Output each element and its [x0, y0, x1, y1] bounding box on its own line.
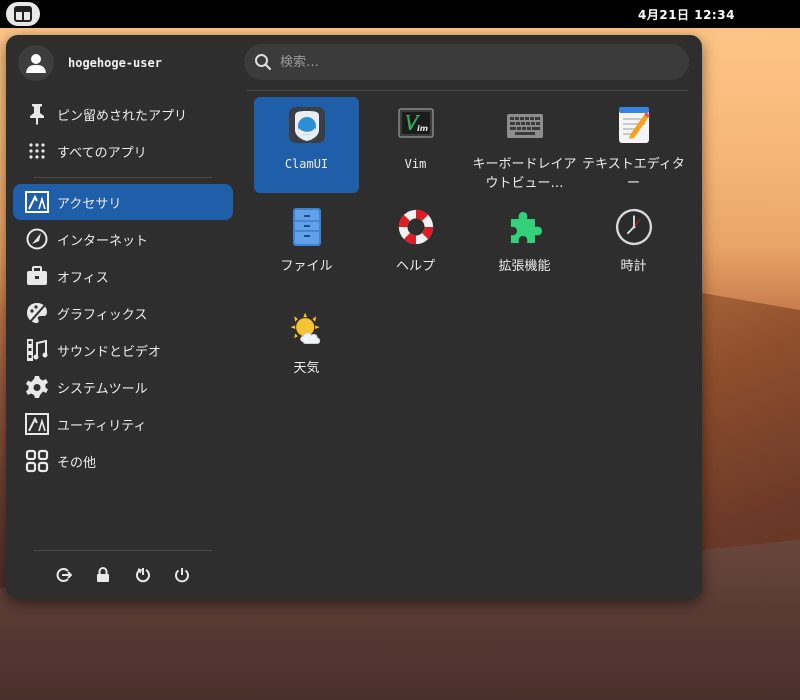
sidebar-item-label: アクセサリ	[57, 196, 122, 212]
user-info[interactable]: hogehoge-user	[18, 45, 162, 81]
sidebar-item-label: すべてのアプリ	[57, 145, 147, 161]
app-label: 時計	[620, 259, 647, 274]
restart-icon	[136, 568, 150, 583]
app-vim[interactable]: im Vim	[363, 97, 468, 193]
activities-button[interactable]	[6, 2, 40, 26]
app-label: テキストエディター	[582, 157, 685, 191]
app-label: Vim	[404, 157, 427, 171]
sidebar-item-pinned[interactable]: ピン留めされたアプリ	[13, 96, 233, 132]
gear-icon	[25, 375, 49, 399]
other-icon	[25, 449, 49, 473]
sidebar-item-internet[interactable]: インターネット	[13, 221, 233, 257]
app-keyboard-layout[interactable]: キーボードレイアウトビュー…	[472, 97, 577, 193]
power-button[interactable]	[172, 565, 192, 585]
top-bar: 4月21日 12:34	[0, 0, 800, 28]
help-lifebuoy-icon	[396, 207, 436, 247]
sidebar-item-graphics[interactable]: グラフィックス	[13, 295, 233, 331]
vim-icon: im	[396, 105, 436, 145]
app-label: ヘルプ	[395, 259, 435, 274]
lock-button[interactable]	[93, 565, 113, 585]
app-weather[interactable]: 天気	[254, 301, 359, 397]
app-files[interactable]: ファイル	[254, 199, 359, 295]
app-label: ファイル	[280, 259, 333, 274]
sidebar-item-label: サウンドとビデオ	[57, 344, 162, 360]
sound-video-icon	[25, 338, 49, 362]
internet-icon	[25, 227, 49, 251]
clock-icon	[614, 207, 654, 247]
sidebar-item-system-tools[interactable]: システムツール	[13, 369, 233, 405]
app-clamui[interactable]: ClamUI	[254, 97, 359, 193]
app-label: キーボードレイアウトビュー…	[472, 157, 577, 191]
sidebar-item-office[interactable]: オフィス	[13, 258, 233, 294]
restart-button[interactable]	[133, 565, 153, 585]
sidebar-item-label: ユーティリティ	[57, 418, 147, 434]
search-icon	[255, 54, 272, 71]
footer-separator	[34, 550, 212, 551]
puzzle-icon	[505, 207, 545, 247]
clamui-icon	[287, 105, 327, 145]
grid-dots-icon	[25, 139, 49, 163]
sidebar-item-sound-video[interactable]: サウンドとビデオ	[13, 332, 233, 368]
text-editor-icon	[614, 105, 654, 145]
sidebar-item-label: グラフィックス	[57, 307, 148, 323]
app-label: 天気	[293, 361, 320, 376]
sidebar-item-label: その他	[57, 455, 97, 471]
app-clock[interactable]: 時計	[581, 199, 686, 295]
files-icon	[287, 207, 327, 247]
graphics-icon	[25, 301, 49, 325]
search-box[interactable]	[244, 44, 689, 80]
sidebar-item-other[interactable]: その他	[13, 443, 233, 479]
user-avatar-icon	[18, 45, 54, 81]
lock-icon	[97, 567, 109, 582]
header-separator	[246, 90, 688, 91]
sidebar-item-label: ピン留めされたアプリ	[57, 108, 188, 124]
svg-text:im: im	[417, 124, 428, 133]
app-text-editor[interactable]: テキストエディター	[581, 97, 686, 193]
app-label: ClamUI	[284, 157, 329, 171]
sidebar-item-all-apps[interactable]: すべてのアプリ	[13, 133, 233, 169]
sidebar-item-utilities[interactable]: ユーティリティ	[13, 406, 233, 442]
keyboard-icon	[505, 105, 545, 145]
weather-icon	[287, 309, 327, 349]
app-extensions[interactable]: 拡張機能	[472, 199, 577, 295]
sidebar-separator	[34, 177, 212, 178]
sidebar-item-label: オフィス	[57, 270, 109, 286]
app-label: 拡張機能	[498, 259, 551, 274]
logout-icon	[56, 568, 72, 582]
pin-icon	[25, 102, 49, 126]
app-help[interactable]: ヘルプ	[363, 199, 468, 295]
logout-button[interactable]	[54, 565, 74, 585]
office-icon	[25, 264, 49, 288]
username: hogehoge-user	[68, 56, 162, 70]
activities-icon	[14, 6, 32, 22]
sidebar-item-accessories[interactable]: アクセサリ	[13, 184, 233, 220]
sidebar-item-label: システムツール	[57, 381, 148, 397]
power-icon	[175, 568, 189, 583]
accessories-icon	[25, 190, 49, 214]
app-menu: hogehoge-user ピン留めされたアプリ すべてのアプリ	[6, 35, 702, 599]
clock[interactable]: 4月21日 12:34	[638, 6, 735, 23]
sidebar-item-label: インターネット	[57, 233, 149, 249]
utilities-icon	[25, 412, 49, 436]
search-input[interactable]	[280, 54, 660, 70]
